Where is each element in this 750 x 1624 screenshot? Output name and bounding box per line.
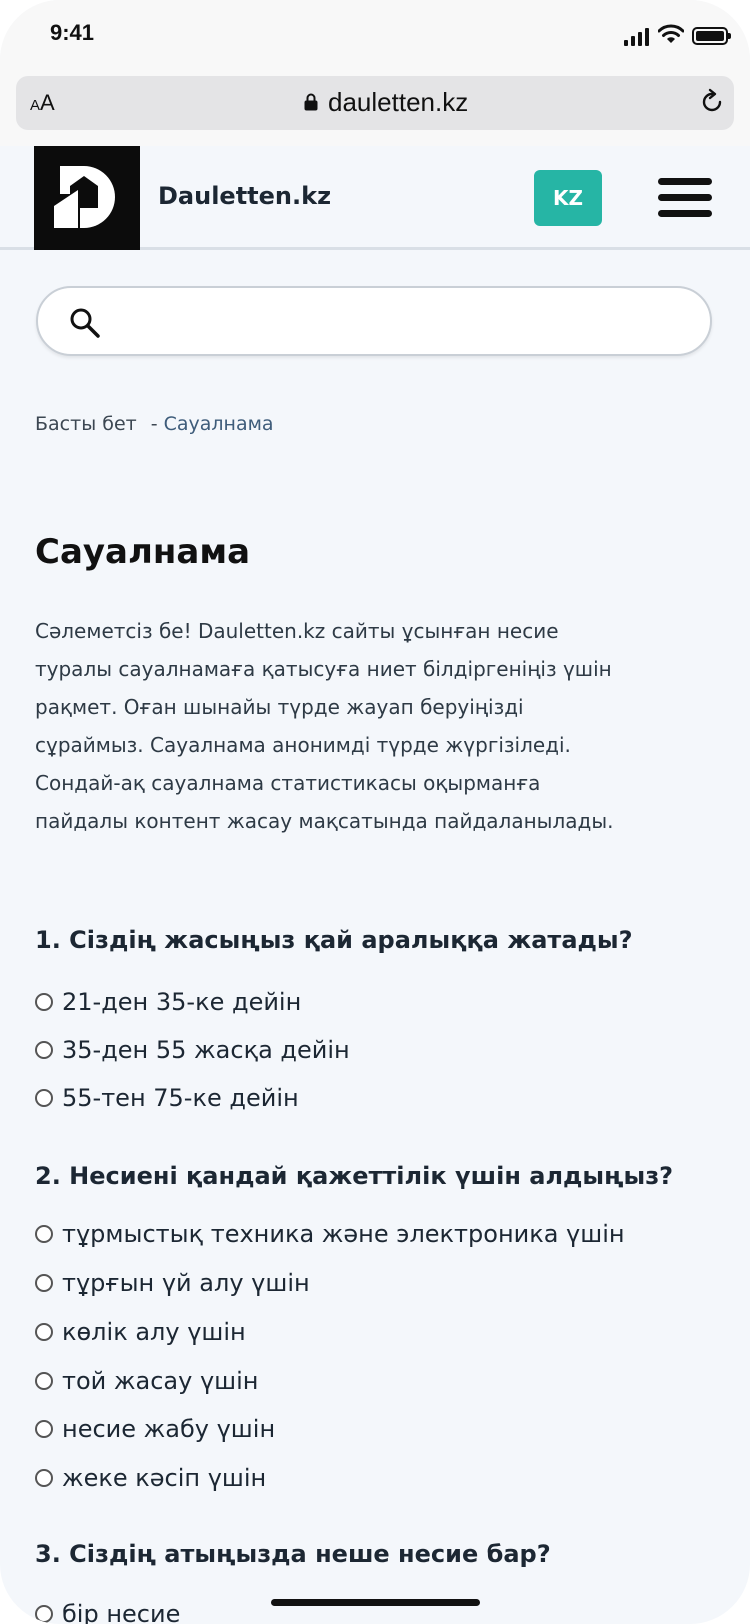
- radio-button[interactable]: [35, 1225, 53, 1243]
- radio-option[interactable]: 55-тен 75-ке дейін: [35, 1084, 299, 1112]
- option-label: той жасау үшін: [62, 1367, 259, 1395]
- battery-icon: [692, 27, 731, 45]
- question-title: 3. Сіздің атыңызда неше несие бар?: [35, 1540, 551, 1568]
- question-title: 2. Несиені қандай қажеттілік үшін алдыңы…: [35, 1162, 674, 1190]
- option-label: бір несие: [62, 1600, 181, 1624]
- site-logo[interactable]: [34, 146, 140, 250]
- intro-line: Сондай-ақ сауалнама статистикасы оқырман…: [35, 771, 541, 795]
- option-label: тұрғын үй алу үшін: [62, 1269, 310, 1297]
- radio-button[interactable]: [35, 1089, 53, 1107]
- browser-toolbar: AA dauletten.kz: [0, 72, 750, 146]
- radio-button[interactable]: [35, 993, 53, 1011]
- address-bar[interactable]: AA dauletten.kz: [16, 76, 734, 130]
- option-label: 21-ден 35-ке дейін: [62, 988, 302, 1016]
- intro-line: Сәлеметсіз бе! Dauletten.kz сайты ұсынға…: [35, 619, 559, 643]
- radio-button[interactable]: [35, 1372, 53, 1390]
- question-title: 1. Сіздің жасыңыз қай аралыққа жатады?: [35, 926, 633, 954]
- breadcrumb-separator: -: [150, 413, 158, 435]
- status-time: 9:41: [50, 20, 95, 45]
- search-icon: [70, 308, 100, 338]
- site-header: Dauletten.kz KZ: [0, 146, 750, 250]
- option-label: жеке кәсіп үшін: [62, 1464, 267, 1492]
- lock-icon: [304, 93, 318, 111]
- radio-button[interactable]: [35, 1041, 53, 1059]
- phone-screen: 9:41 AA dauletten.kz Dauletten.kz KZ Бас…: [0, 0, 750, 1624]
- intro-line: рақмет. Оған шынайы түрде жауап беруіңіз…: [35, 695, 524, 719]
- breadcrumb: Басты бет - Сауалнама: [35, 413, 274, 435]
- intro-text: Сәлеметсіз бе! Dauletten.kz сайты ұсынға…: [35, 612, 705, 840]
- radio-option[interactable]: той жасау үшін: [35, 1367, 258, 1395]
- option-label: тұрмыстық техника және электроника үшін: [62, 1220, 625, 1248]
- option-label: көлік алу үшін: [62, 1318, 246, 1346]
- option-label: 35-ден 55 жасқа дейін: [62, 1036, 350, 1064]
- option-label: 55-тен 75-ке дейін: [62, 1084, 299, 1112]
- reload-icon[interactable]: [698, 88, 726, 116]
- radio-option[interactable]: бір несие: [35, 1600, 180, 1624]
- radio-button[interactable]: [35, 1323, 53, 1341]
- radio-option[interactable]: несие жабу үшін: [35, 1415, 275, 1443]
- radio-button[interactable]: [35, 1469, 53, 1487]
- radio-option[interactable]: тұрмыстық техника және электроника үшін: [35, 1220, 625, 1248]
- logo-mark-icon: [54, 166, 115, 228]
- text-size-button[interactable]: AA: [30, 90, 55, 116]
- search-input[interactable]: [36, 286, 712, 356]
- home-indicator[interactable]: [271, 1599, 480, 1606]
- page-title: Сауалнама: [35, 532, 251, 572]
- breadcrumb-home-link[interactable]: Басты бет: [35, 413, 137, 435]
- signal-icon: [624, 28, 650, 46]
- url-text: dauletten.kz: [328, 87, 469, 117]
- radio-option[interactable]: тұрғын үй алу үшін: [35, 1269, 310, 1297]
- radio-button[interactable]: [35, 1605, 53, 1623]
- intro-line: пайдалы контент жасау мақсатында пайдала…: [35, 809, 614, 833]
- radio-option[interactable]: жеке кәсіп үшін: [35, 1464, 266, 1492]
- breadcrumb-current: Сауалнама: [163, 413, 274, 435]
- radio-button[interactable]: [35, 1274, 53, 1292]
- radio-option[interactable]: көлік алу үшін: [35, 1318, 246, 1346]
- intro-line: сұраймыз. Сауалнама анонимді түрде жүргі…: [35, 733, 571, 757]
- status-bar: 9:41: [0, 0, 750, 72]
- hamburger-menu-icon[interactable]: [658, 178, 712, 218]
- language-button[interactable]: KZ: [534, 170, 602, 226]
- wifi-icon: [658, 24, 684, 43]
- radio-option[interactable]: 21-ден 35-ке дейін: [35, 988, 301, 1016]
- option-label: несие жабу үшін: [62, 1415, 276, 1443]
- site-name[interactable]: Dauletten.kz: [158, 182, 331, 210]
- intro-line: туралы сауалнамаға қатысуға ниет білдірг…: [35, 657, 612, 681]
- radio-button[interactable]: [35, 1420, 53, 1438]
- radio-option[interactable]: 35-ден 55 жасқа дейін: [35, 1036, 350, 1064]
